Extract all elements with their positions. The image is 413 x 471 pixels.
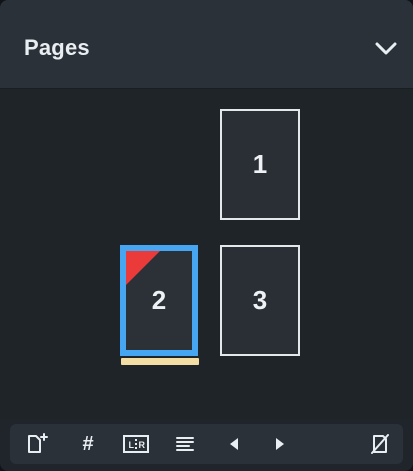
page-thumbnail-2[interactable]: 2 — [120, 245, 198, 356]
page-number-label: 2 — [151, 285, 167, 315]
page-marker-red-corner — [126, 251, 160, 285]
left-right-pages-icon[interactable]: L R — [118, 424, 154, 464]
pages-canvas[interactable] — [0, 89, 413, 419]
svg-text:L: L — [129, 440, 135, 450]
page-number-label: 3 — [252, 285, 268, 315]
panel-header[interactable]: Pages — [0, 0, 413, 89]
page-thumbnail-3[interactable]: 3 — [220, 245, 300, 356]
pages-panel: Pages 1 2 3 # L R — [0, 0, 413, 471]
pages-toolbar: # L R — [10, 424, 403, 464]
hash-label: # — [82, 432, 94, 455]
panel-title: Pages — [24, 35, 90, 60]
chevron-down-icon[interactable] — [371, 34, 401, 64]
page-number-label: 1 — [252, 149, 268, 179]
triangle-right-icon[interactable] — [266, 424, 294, 464]
page-plus-icon[interactable] — [20, 424, 56, 464]
svg-text:R: R — [139, 440, 146, 450]
page-slash-icon[interactable] — [365, 424, 395, 464]
page-number-button[interactable]: # — [76, 424, 100, 464]
triangle-left-icon[interactable] — [220, 424, 248, 464]
align-left-icon[interactable] — [170, 424, 200, 464]
page-thumbnail-1[interactable]: 1 — [220, 109, 300, 220]
page-highlight-bar — [121, 358, 199, 365]
